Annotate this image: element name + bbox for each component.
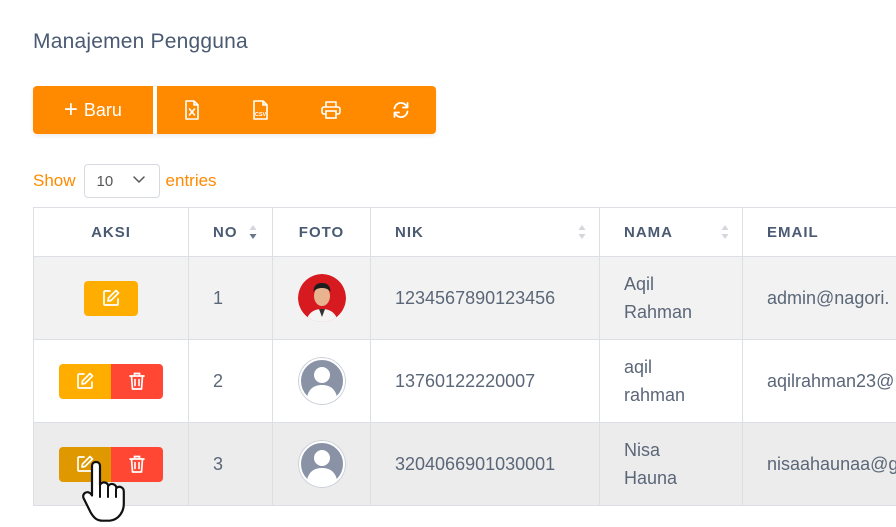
edit-icon	[103, 289, 120, 306]
edit-button[interactable]	[59, 446, 111, 482]
add-new-button[interactable]: + Baru	[33, 86, 153, 134]
email-cell: aqilrahman23@	[742, 339, 896, 423]
excel-export-icon	[184, 100, 199, 120]
nik-cell: 13760122220007	[370, 339, 600, 423]
nik-cell: 1234567890123456	[370, 256, 600, 340]
column-header-foto: FOTO	[272, 207, 371, 257]
add-new-label: Baru	[83, 99, 122, 120]
show-label: Show	[33, 171, 76, 190]
row-number: 2	[188, 339, 273, 423]
nama-first: Aqil	[624, 274, 655, 294]
photo-cell	[272, 339, 371, 423]
entries-select[interactable]: 10	[83, 164, 160, 198]
csv-export-icon: CSV	[253, 100, 269, 120]
photo-cell	[272, 422, 371, 506]
nama-first: aqil	[624, 357, 653, 377]
print-button[interactable]	[296, 86, 367, 134]
sort-icon	[721, 225, 729, 239]
column-header-email[interactable]: EMAIL	[742, 207, 896, 257]
column-header-nik[interactable]: NIK	[370, 207, 600, 257]
photo-cell	[272, 256, 371, 340]
chevron-down-icon	[132, 176, 145, 184]
trash-icon	[129, 372, 145, 390]
user-photo	[297, 274, 346, 322]
edit-icon	[77, 455, 94, 472]
refresh-button[interactable]	[366, 86, 436, 134]
column-header-no[interactable]: NO	[188, 207, 273, 257]
sort-icon	[578, 225, 586, 239]
column-header-nama-label: NAMA	[624, 223, 673, 241]
email-cell: admin@nagori.	[742, 256, 896, 340]
default-avatar-icon	[297, 440, 346, 488]
plus-icon: +	[63, 96, 78, 123]
export-csv-button[interactable]: CSV	[226, 86, 297, 134]
nama-cell: Nisa Hauna	[599, 422, 743, 506]
sort-desc-icon	[249, 225, 257, 239]
nama-last: Hauna	[624, 468, 678, 488]
actions-cell	[33, 256, 189, 340]
nik-cell: 3204066901030001	[370, 422, 600, 506]
nama-last: rahman	[624, 385, 686, 405]
trash-icon	[129, 455, 145, 473]
length-menu: Show 10 entries	[33, 164, 217, 198]
actions-cell	[33, 339, 189, 423]
column-header-aksi: AKSI	[33, 207, 189, 257]
nama-cell: Aqil Rahman	[599, 256, 743, 340]
refresh-icon	[393, 101, 409, 119]
table-row: 3 3204066901030001 Nisa Hauna nisaahauna…	[33, 422, 896, 506]
column-header-nama[interactable]: NAMA	[599, 207, 743, 257]
delete-button[interactable]	[111, 363, 163, 399]
row-number: 1	[188, 256, 273, 340]
toolbar: + Baru CSV	[33, 86, 436, 134]
email-cell: nisaahaunaa@g	[742, 422, 896, 506]
edit-button[interactable]	[84, 280, 138, 316]
entries-select-value: 10	[96, 172, 114, 190]
content-card: Manajemen Pengguna + Baru CSV Show 10 en…	[0, 0, 896, 527]
page-title: Manajemen Pengguna	[33, 30, 248, 53]
entries-label: entries	[165, 171, 217, 190]
table-header-row: AKSI NO FOTO NIK NAMA EMAIL	[33, 207, 896, 257]
edit-button[interactable]	[59, 363, 111, 399]
table-row: 2 13760122220007 aqil rahman aqilrahman2…	[33, 339, 896, 423]
table-row: 1 1234567890123456 Aqil Rahman admin@nag…	[33, 256, 896, 340]
nama-last: Rahman	[624, 302, 693, 322]
nama-first: Nisa	[624, 440, 661, 460]
users-table: AKSI NO FOTO NIK NAMA EMAIL 1 1234567890…	[33, 207, 896, 506]
print-icon	[321, 101, 342, 119]
delete-button[interactable]	[111, 446, 163, 482]
edit-icon	[77, 372, 94, 389]
nama-cell: aqil rahman	[599, 339, 743, 423]
column-header-nik-label: NIK	[395, 223, 424, 241]
row-number: 3	[188, 422, 273, 506]
default-avatar-icon	[297, 357, 346, 405]
column-header-no-label: NO	[213, 223, 238, 241]
actions-cell	[33, 422, 189, 506]
export-excel-button[interactable]	[156, 86, 227, 134]
svg-text:CSV: CSV	[255, 112, 267, 118]
